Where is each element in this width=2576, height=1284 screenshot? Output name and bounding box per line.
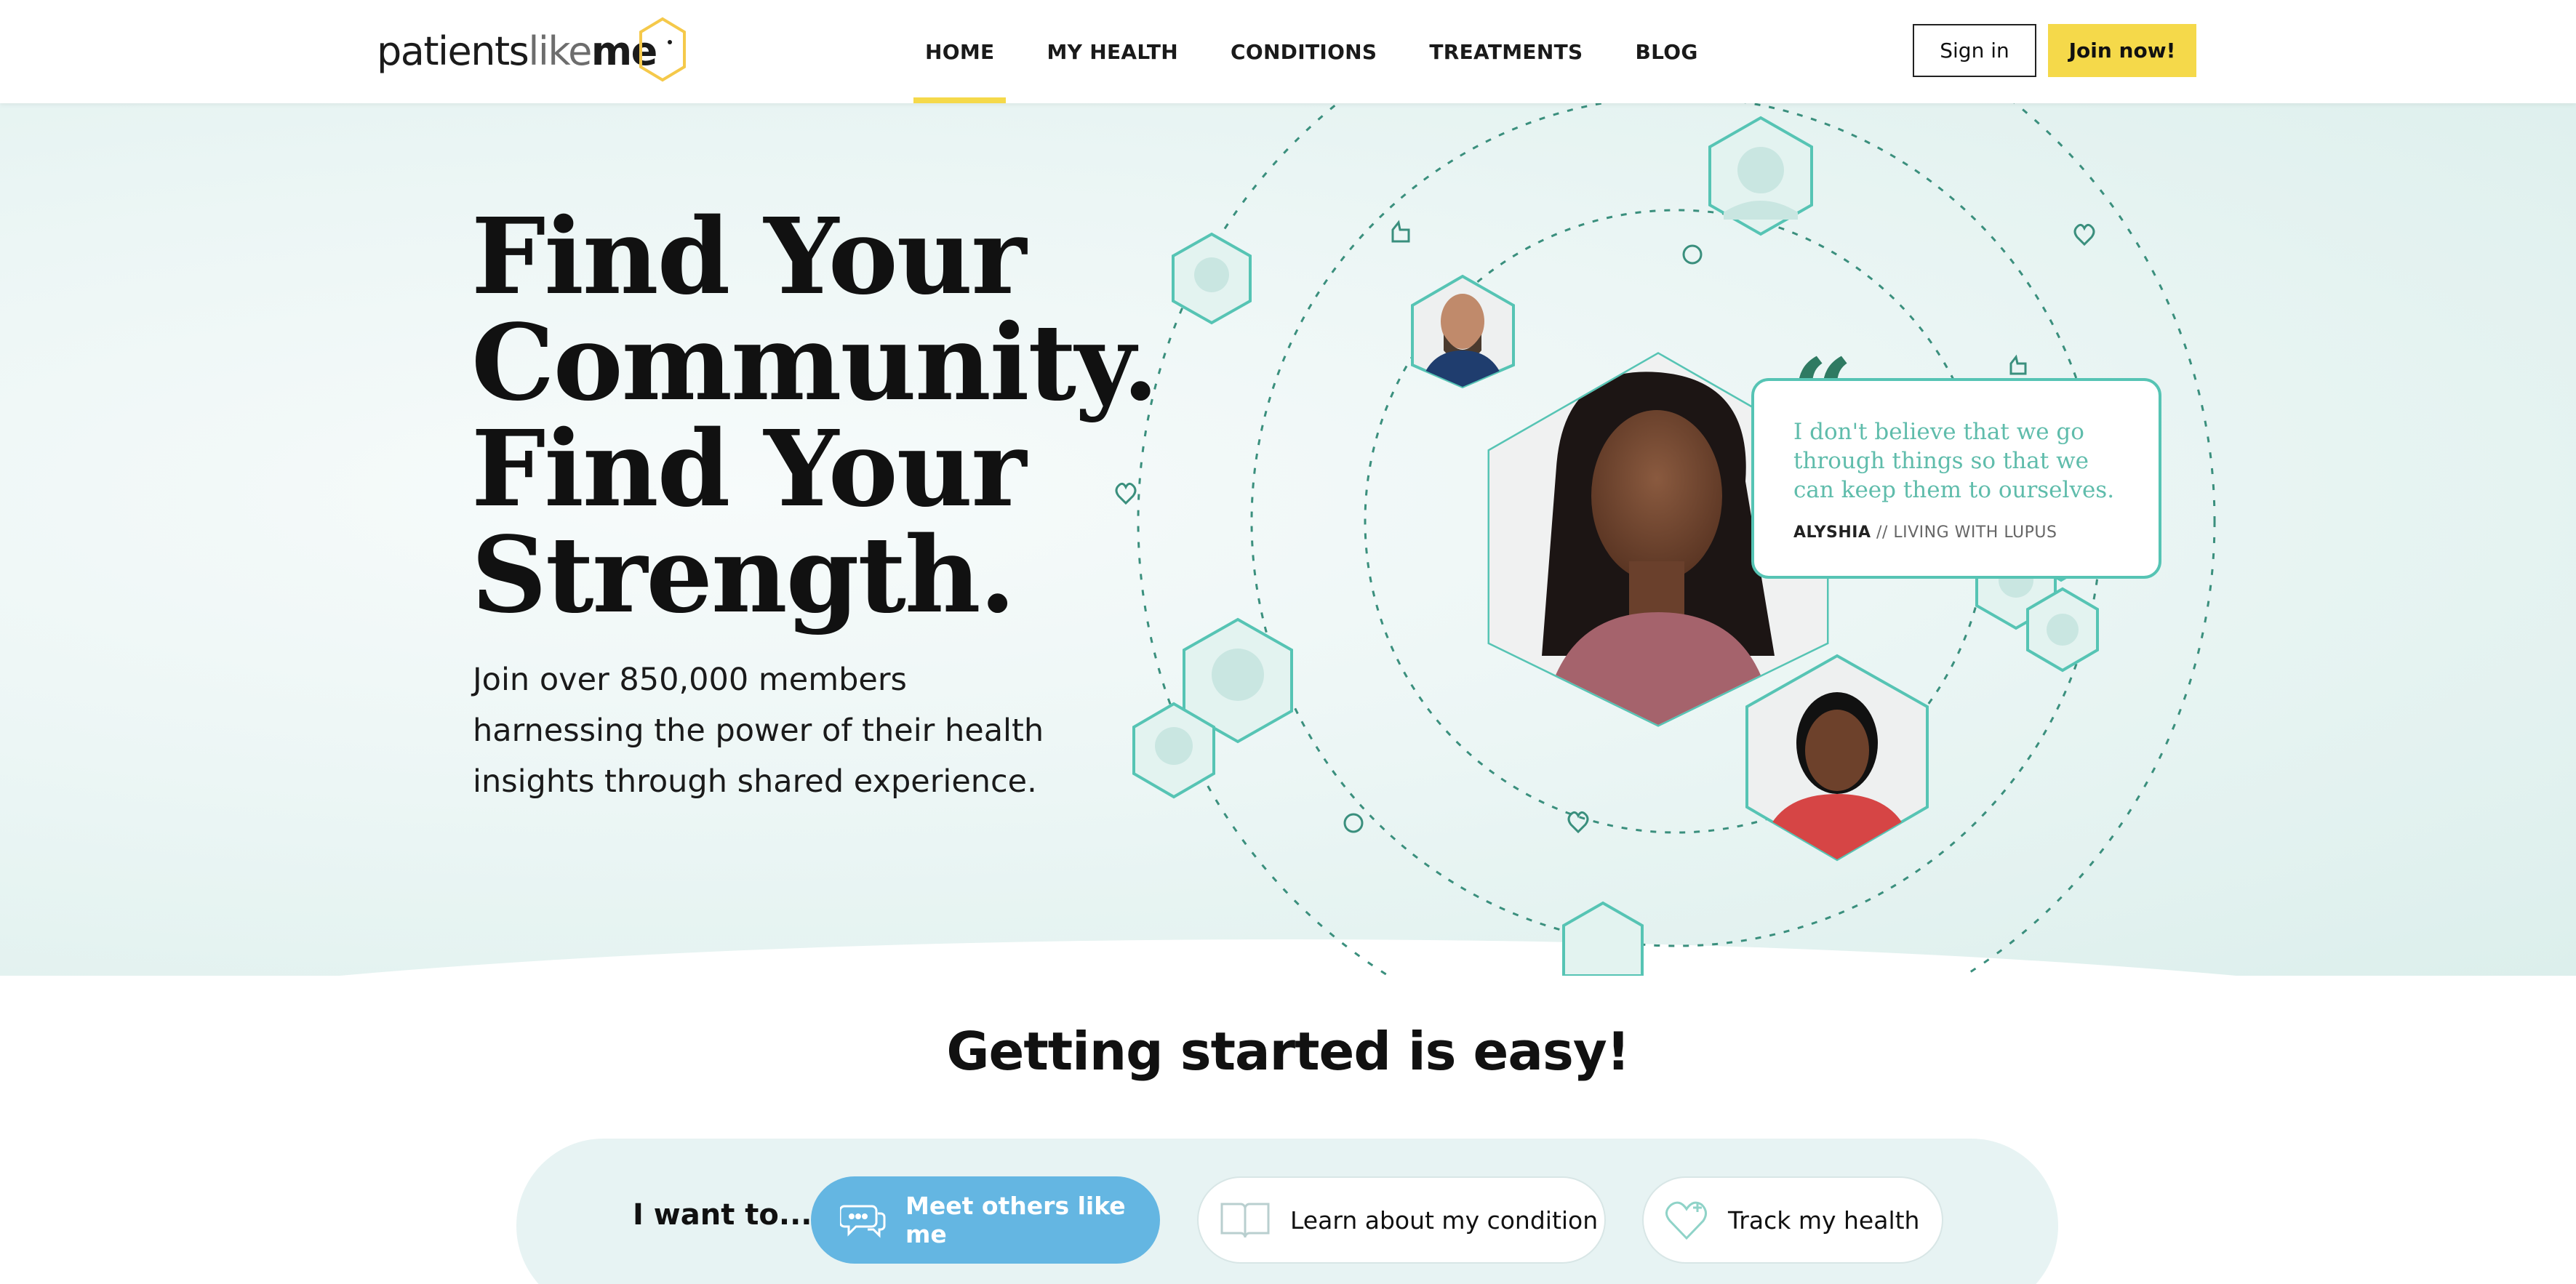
nav-home[interactable]: HOME (913, 0, 1007, 103)
site-logo[interactable]: patientslikeme (377, 17, 689, 84)
track-health-label: Track my health (1728, 1205, 1920, 1235)
i-want-to-label: I want to... (633, 1198, 812, 1232)
meet-others-label: Meet others like me (905, 1192, 1126, 1248)
nav-treatments[interactable]: TREATMENTS (1417, 0, 1594, 103)
logo-hexagon-icon (639, 17, 686, 82)
join-now-button[interactable]: Join now! (2048, 24, 2196, 77)
nav-conditions[interactable]: CONDITIONS (1219, 0, 1388, 103)
heart-plus-icon (1664, 1199, 1709, 1241)
hero-title-line: Strength. (471, 513, 1016, 636)
site-header: patientslikeme HOME MY HEALTH CONDITIONS… (0, 0, 2576, 103)
sign-in-button[interactable]: Sign in (1913, 24, 2036, 77)
hero-section: Find Your Community. Find Your Strength.… (0, 103, 2576, 976)
hero-subtitle: Join over 850,000 members harnessing the… (473, 662, 1044, 800)
quote-author-name: ALYSHIA (1793, 523, 1871, 542)
learn-condition-button[interactable]: Learn about my condition (1197, 1176, 1606, 1264)
quote-author-detail: // LIVING WITH LUPUS (1876, 523, 2057, 542)
quote-text: I don't believe that we go through thing… (1793, 419, 2115, 503)
logo-wordmark: patientslikeme (377, 28, 657, 74)
main-nav: HOME MY HEALTH CONDITIONS TREATMENTS BLO… (913, 0, 1739, 103)
hero-title-line: Find Your (471, 195, 1026, 318)
quote-author: ALYSHIA // LIVING WITH LUPUS (1793, 523, 2122, 542)
chat-bubbles-icon (840, 1200, 887, 1240)
getting-started-title: Getting started is easy! (946, 1021, 1630, 1082)
testimonial-quote: I don't believe that we go through thing… (1751, 378, 2161, 579)
nav-my-health[interactable]: MY HEALTH (1035, 0, 1190, 103)
track-health-button[interactable]: Track my health (1642, 1176, 1943, 1264)
learn-condition-label: Learn about my condition (1290, 1205, 1599, 1235)
hero-title: Find Your Community. Find Your Strength. (471, 195, 1159, 636)
hero-title-line: Community. (471, 301, 1159, 424)
meet-others-button[interactable]: Meet others like me (811, 1176, 1160, 1264)
nav-blog[interactable]: BLOG (1623, 0, 1709, 103)
open-book-icon (1219, 1200, 1271, 1240)
hero-title-line: Find Your (471, 407, 1026, 530)
